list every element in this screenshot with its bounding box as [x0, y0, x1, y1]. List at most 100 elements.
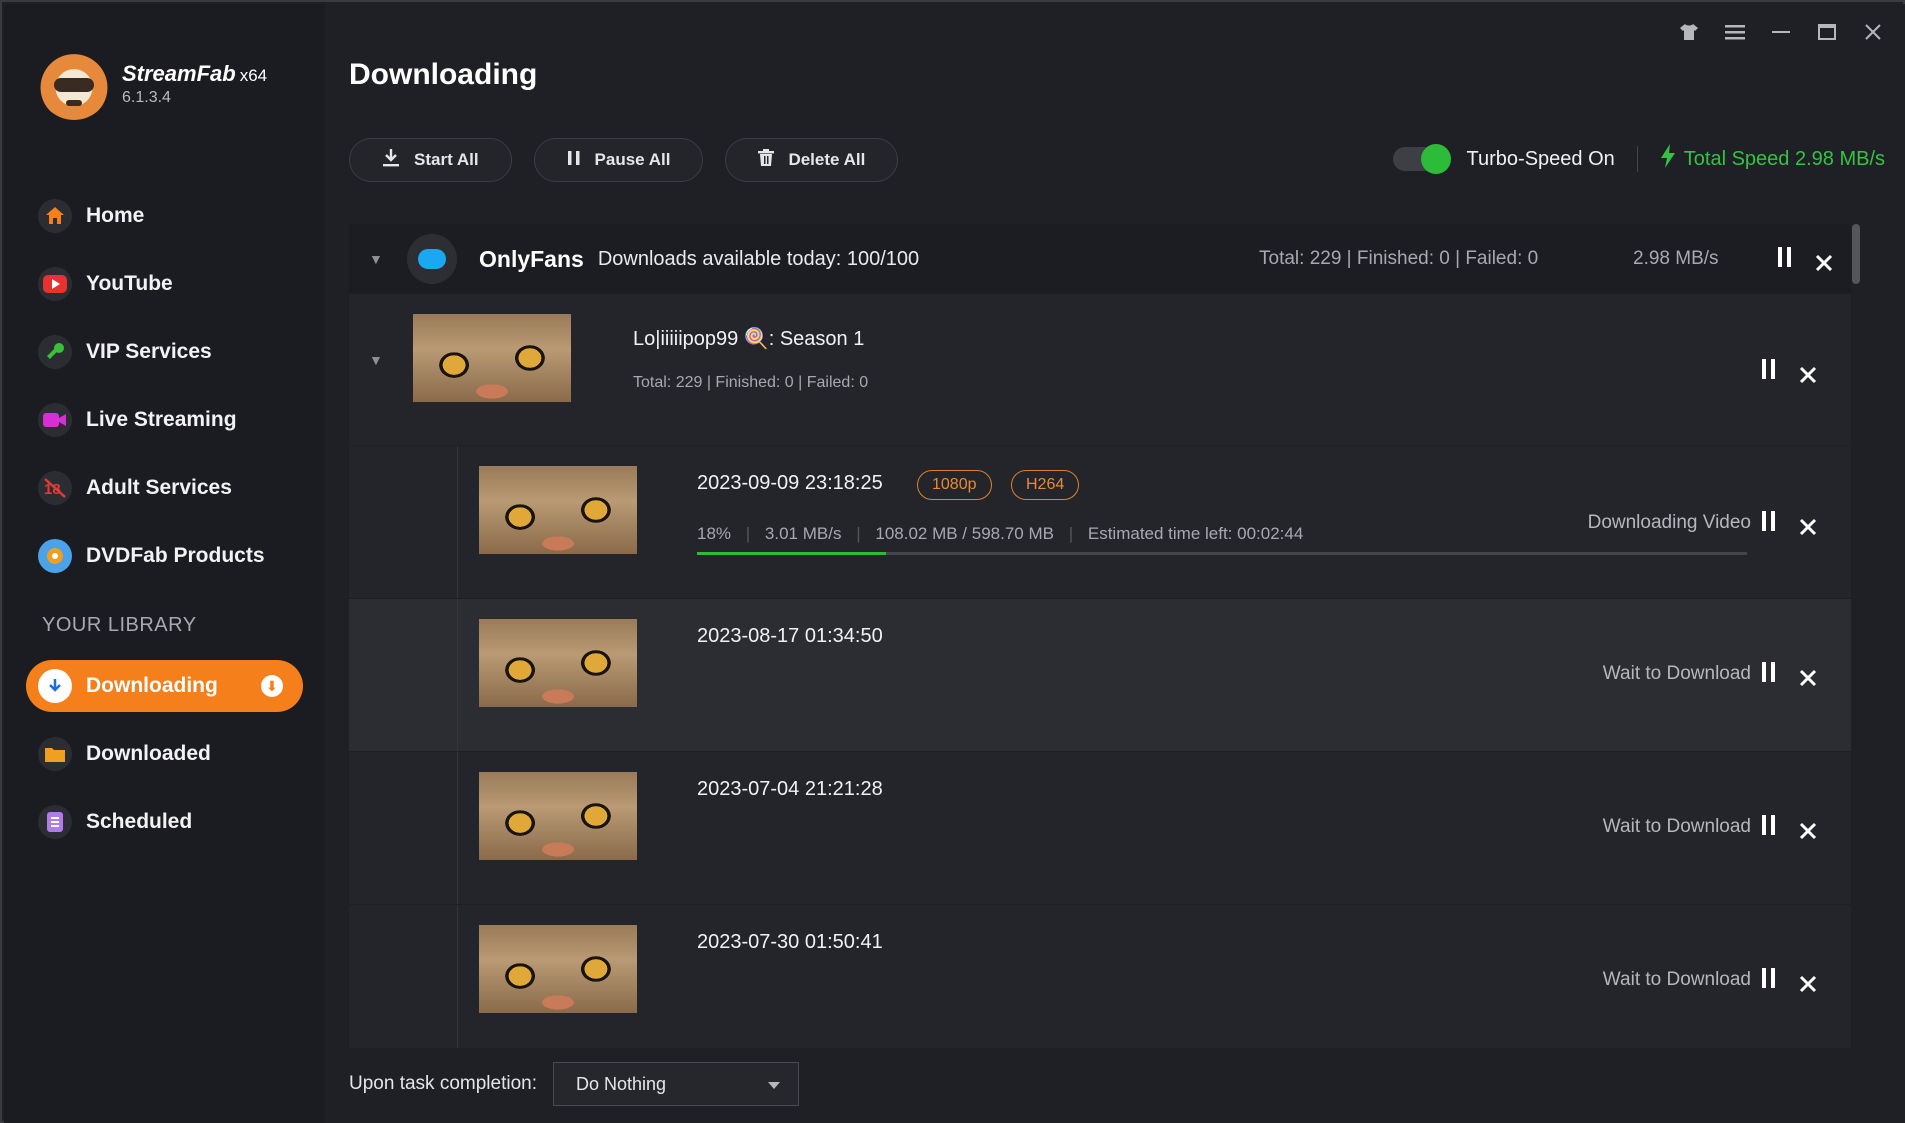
item-status: Downloading Video: [1587, 512, 1751, 533]
menu-icon[interactable]: [1723, 20, 1747, 44]
library-menu: Downloading ⬇ Downloaded Scheduled: [4, 652, 325, 856]
pause-icon[interactable]: [1761, 510, 1777, 538]
nav-label: Adult Services: [86, 476, 232, 499]
close-icon[interactable]: [1799, 360, 1817, 391]
nav-item-youtube[interactable]: YouTube: [4, 250, 325, 318]
pause-icon[interactable]: [1777, 246, 1793, 274]
library-label: Downloading: [86, 674, 218, 697]
pause-icon[interactable]: [1761, 967, 1777, 995]
close-icon[interactable]: [1799, 512, 1817, 543]
download-item: 2023-07-04 21:21:28 Wait to Download: [349, 752, 1861, 905]
pause-icon: [567, 150, 581, 171]
season-row: ▼ Lo|iiiiipop99 🍭: Season 1 Total: 229 |…: [349, 294, 1861, 446]
codec-tag: H264: [1011, 470, 1080, 500]
download-item: 2023-08-17 01:34:50 Wait to Download: [349, 599, 1861, 752]
download-icon: [382, 148, 400, 173]
item-eta: Estimated time left: 00:02:44: [1087, 524, 1304, 543]
item-speed: 3.01 MB/s: [764, 524, 842, 543]
app-window: StreamFab x64 6.1.3.4 Home YouTube VIP S…: [0, 0, 1905, 1123]
item-size: 108.02 MB / 598.70 MB: [875, 524, 1054, 543]
collapse-caret-icon[interactable]: ▼: [369, 352, 385, 368]
library-item-downloaded[interactable]: Downloaded: [4, 720, 325, 788]
group-name: OnlyFans: [479, 245, 584, 272]
scrollbar[interactable]: [1851, 224, 1861, 1048]
download-item: 2023-07-30 01:50:41 Wait to Download: [349, 905, 1861, 1048]
turbo-speed-toggle[interactable]: [1392, 144, 1451, 174]
task-completion-select[interactable]: Do Nothing: [553, 1062, 799, 1106]
close-icon[interactable]: [1861, 20, 1885, 44]
close-icon[interactable]: [1799, 969, 1817, 1000]
group-available: Downloads available today: 100/100: [597, 247, 920, 270]
pause-icon[interactable]: [1761, 358, 1777, 386]
close-icon[interactable]: [1799, 663, 1817, 694]
download-progress-fill: [697, 552, 886, 555]
close-icon[interactable]: [1799, 816, 1817, 847]
pause-icon[interactable]: [1761, 661, 1777, 689]
home-icon: [38, 199, 72, 233]
item-date: 2023-07-30 01:50:41: [697, 931, 883, 953]
group-stats: Total: 229 | Finished: 0 | Failed: 0: [1259, 248, 1539, 269]
start-all-button[interactable]: Start All: [349, 138, 512, 182]
nav-item-adult-services[interactable]: 18 Adult Services: [4, 454, 325, 522]
close-icon[interactable]: [1815, 248, 1833, 279]
nav-label: VIP Services: [86, 340, 212, 363]
nav-label: Home: [86, 204, 145, 227]
task-completion-label: Upon task completion:: [349, 1073, 537, 1094]
pause-all-label: Pause All: [594, 150, 671, 169]
tree-line: [457, 446, 458, 598]
minimize-icon[interactable]: [1769, 20, 1793, 44]
app-version: 6.1.3.4: [122, 89, 171, 106]
nav-item-vip-services[interactable]: VIP Services: [4, 318, 325, 386]
nav-item-dvdfab-products[interactable]: DVDFab Products: [4, 522, 325, 590]
library-item-scheduled[interactable]: Scheduled: [4, 788, 325, 856]
tree-line: [457, 905, 458, 1048]
window-controls: [1677, 20, 1885, 44]
download-item: 2023-09-09 23:18:25 1080p H264 18% | 3.0…: [349, 446, 1861, 599]
maximize-icon[interactable]: [1815, 20, 1839, 44]
scrollbar-thumb[interactable]: [1852, 224, 1860, 284]
shirt-icon[interactable]: [1677, 20, 1701, 44]
trash-icon: [758, 148, 775, 172]
item-percent: 18%: [697, 524, 732, 543]
turbo-speed-label: Turbo-Speed On: [1466, 147, 1615, 170]
page-title: Downloading: [349, 58, 538, 91]
item-date: 2023-09-09 23:18:25: [697, 472, 883, 494]
pause-icon[interactable]: [1761, 814, 1777, 842]
delete-all-button[interactable]: Delete All: [725, 138, 899, 182]
download-icon: [38, 669, 72, 703]
pause-all-button[interactable]: Pause All: [533, 138, 704, 182]
nav-label: YouTube: [86, 272, 173, 295]
download-progress-bar: [697, 552, 1747, 555]
nav-item-live-streaming[interactable]: Live Streaming: [4, 386, 325, 454]
footer: Upon task completion: Do Nothing: [349, 1062, 799, 1106]
item-status: Wait to Download: [1602, 816, 1751, 837]
delete-all-label: Delete All: [788, 150, 866, 169]
video-thumbnail: [479, 466, 637, 554]
youtube-icon: [38, 267, 72, 301]
item-stats: 18% | 3.01 MB/s | 108.02 MB / 598.70 MB …: [697, 524, 1304, 543]
schedule-icon: [38, 805, 72, 839]
resolution-tag: 1080p: [917, 470, 992, 500]
toolbar: Start All Pause All Delete All: [349, 138, 899, 182]
start-all-label: Start All: [414, 150, 479, 169]
video-thumbnail: [479, 619, 637, 707]
folder-icon: [38, 737, 72, 771]
library-section-label: YOUR LIBRARY: [42, 614, 197, 636]
item-status: Wait to Download: [1602, 663, 1751, 684]
nav-item-home[interactable]: Home: [4, 182, 325, 250]
main-content: Downloading Start All Pause All Delete A…: [325, 4, 1905, 1123]
dvdfab-icon: [38, 539, 72, 573]
library-label: Scheduled: [86, 810, 193, 833]
tree-line: [457, 599, 458, 751]
nav-label: DVDFab Products: [86, 544, 265, 567]
adult-icon: 18: [38, 471, 72, 505]
streamfab-logo-icon: [38, 48, 110, 120]
app-arch: x64: [239, 66, 268, 85]
key-icon: [38, 335, 72, 369]
task-completion-value: Do Nothing: [576, 1073, 667, 1094]
brand: StreamFab x64 6.1.3.4: [38, 48, 267, 120]
library-item-downloading[interactable]: Downloading ⬇: [26, 660, 303, 712]
item-status: Wait to Download: [1602, 969, 1751, 990]
divider: [1636, 146, 1638, 172]
collapse-caret-icon[interactable]: ▼: [369, 251, 385, 267]
